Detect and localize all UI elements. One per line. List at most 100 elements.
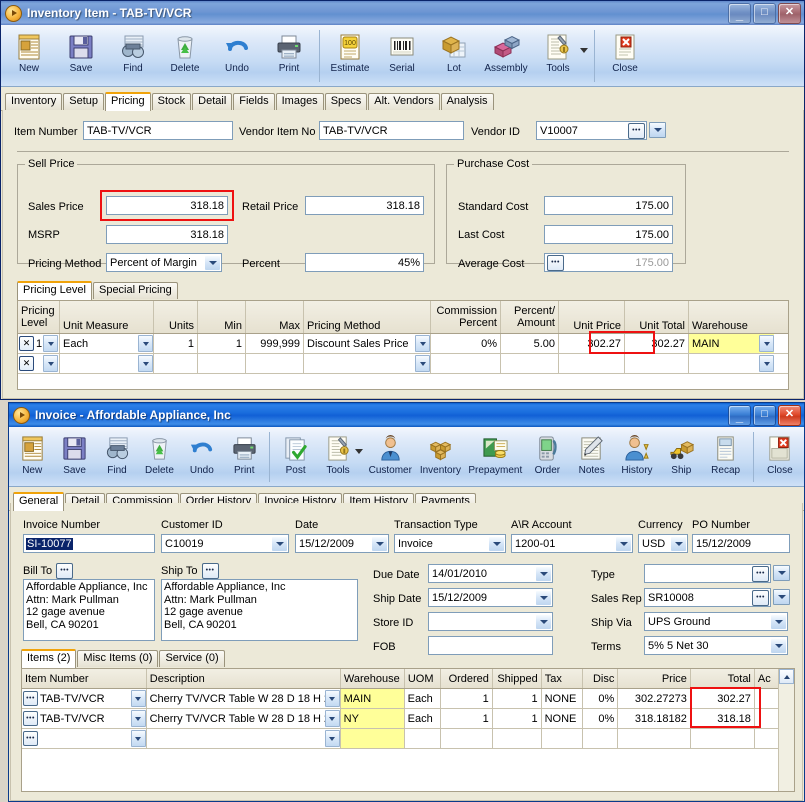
pricing-cell-pricing-method-empty[interactable] [304, 354, 431, 373]
items-cell-tax-empty[interactable] [541, 729, 583, 748]
store-id-combo[interactable] [428, 612, 553, 631]
items-cell-ac[interactable] [754, 689, 778, 708]
pricing-cell-percent-amount[interactable]: 5.00 [501, 334, 559, 353]
average-cost-lookup-icon[interactable] [547, 255, 564, 271]
invoice-number-input[interactable]: SI-10077 [23, 534, 155, 553]
sales-price-input[interactable]: 318.18 [106, 196, 228, 215]
pricing-level-dropdown-icon[interactable] [43, 355, 58, 372]
pricing-cell-max[interactable]: 999,999 [246, 334, 304, 353]
pricing-col-pricing-method[interactable]: Pricing Method [304, 301, 431, 333]
warehouse-dropdown-icon[interactable] [759, 355, 774, 372]
item-lookup-icon[interactable] [23, 711, 38, 726]
items-col-ac[interactable]: Ac [755, 669, 778, 688]
tab-images[interactable]: Images [275, 93, 324, 110]
pricing-cell-percent-amount-empty[interactable] [501, 354, 559, 373]
items-tab[interactable]: Items (2) [21, 649, 77, 668]
pricing-col-warehouse[interactable]: Warehouse [689, 301, 774, 333]
items-cell-price[interactable]: 318.18182 [618, 709, 691, 728]
invoice-toolbar-button-delete[interactable]: Delete [138, 430, 180, 476]
customer-id-dropdown-icon[interactable] [272, 536, 287, 551]
sales-rep-combo[interactable]: SR10008 [644, 588, 771, 607]
tab-pricing[interactable]: Pricing [105, 92, 151, 111]
invoice-toolbar-button-new[interactable]: New [11, 430, 53, 476]
bill-to-lookup-icon[interactable] [56, 563, 74, 579]
items-col-description[interactable]: Description [147, 669, 341, 688]
tab-alt-vendors[interactable]: Alt. Vendors [368, 93, 440, 110]
customer-id-combo[interactable]: C10019 [161, 534, 289, 553]
invoice-toolbar-button-find[interactable]: Find [96, 430, 138, 476]
pricing-col-percent-amount[interactable]: Percent/ Amount [501, 301, 559, 333]
pricing-cell-unit-total[interactable]: 302.27 [625, 334, 689, 353]
minimize-button[interactable]: _ [728, 3, 751, 24]
invoice-toolbar-button-history[interactable]: History [614, 430, 660, 476]
due-date-dropdown-icon[interactable] [536, 566, 551, 581]
sales-rep-dropdown-icon[interactable] [773, 589, 790, 605]
ship-via-combo[interactable]: UPS Ground [644, 612, 788, 631]
pricing-method-row-dropdown-icon[interactable] [415, 335, 430, 352]
standard-cost-input[interactable]: 175.00 [544, 196, 673, 215]
items-grid-row-1[interactable]: TAB-TV/VCR Cherry TV/VCR Table W 28 D 18… [22, 689, 778, 709]
ship-via-dropdown-icon[interactable] [771, 614, 786, 629]
fob-input[interactable] [428, 636, 553, 655]
type-dropdown-icon[interactable] [773, 565, 790, 581]
type-lookup-icon[interactable] [752, 565, 769, 582]
item-lookup-icon[interactable] [23, 731, 38, 746]
msrp-input[interactable]: 318.18 [106, 225, 228, 244]
pricing-cell-unit-measure-empty[interactable] [60, 354, 154, 373]
items-cell-ordered[interactable]: 1 [441, 689, 493, 708]
pricing-cell-max-empty[interactable] [246, 354, 304, 373]
pricing-cell-units[interactable]: 1 [154, 334, 198, 353]
tab-inventory[interactable]: Inventory [5, 93, 63, 110]
invoice-tools-dropdown-caret-icon[interactable] [355, 448, 364, 454]
items-cell-disc[interactable]: 0% [582, 709, 619, 728]
pricing-cell-level-empty[interactable]: ✕ [18, 354, 60, 373]
tab-analysis[interactable]: Analysis [440, 93, 494, 110]
warehouse-dropdown-icon[interactable] [759, 335, 774, 352]
ship-date-dropdown-icon[interactable] [536, 590, 551, 605]
items-col-ordered[interactable]: Ordered [441, 669, 493, 688]
pricing-col-min[interactable]: Min [198, 301, 246, 333]
item-lookup-icon[interactable] [23, 691, 38, 706]
misc-items-tab[interactable]: Misc Items (0) [77, 650, 159, 667]
last-cost-input[interactable]: 175.00 [544, 225, 673, 244]
items-cell-warehouse-empty[interactable] [340, 729, 405, 748]
items-cell-ordered-empty[interactable] [441, 729, 493, 748]
pricing-method-dropdown-icon[interactable] [205, 255, 220, 270]
service-tab[interactable]: Service (0) [159, 650, 225, 667]
pricing-grid-row-2[interactable]: ✕ [18, 354, 788, 374]
toolbar-button-close[interactable]: Close [599, 28, 651, 74]
items-grid-scrollbar[interactable] [778, 669, 794, 791]
date-dropdown-icon[interactable] [372, 536, 387, 551]
close-button[interactable]: ✕ [778, 3, 801, 24]
items-cell-shipped[interactable]: 1 [492, 709, 542, 728]
subtab-special-pricing[interactable]: Special Pricing [92, 282, 178, 299]
ship-to-address[interactable] [161, 579, 358, 641]
items-cell-item-number[interactable]: TAB-TV/VCR [22, 709, 147, 728]
items-cell-description[interactable]: Cherry TV/VCR Table W 28 D 18 H 23 [146, 689, 341, 708]
invoice-tab-general[interactable]: General [13, 492, 65, 511]
invoice-toolbar-button-post[interactable]: Post [274, 430, 316, 476]
toolbar-button-estimate[interactable]: 100 Estimate [324, 28, 376, 74]
items-cell-ac[interactable] [754, 709, 778, 728]
items-cell-total-empty[interactable] [690, 729, 755, 748]
items-col-disc[interactable]: Disc [583, 669, 619, 688]
items-cell-item-number-empty[interactable] [22, 729, 147, 748]
row-delete-icon[interactable]: ✕ [19, 356, 34, 371]
maximize-button[interactable]: □ [753, 3, 776, 24]
items-cell-price[interactable]: 302.27273 [618, 689, 691, 708]
items-cell-uom-empty[interactable] [404, 729, 442, 748]
items-cell-shipped[interactable]: 1 [492, 689, 542, 708]
ar-account-dropdown-icon[interactable] [616, 536, 631, 551]
toolbar-button-serial[interactable]: Serial [376, 28, 428, 74]
pricing-cell-min-empty[interactable] [198, 354, 246, 373]
toolbar-button-undo[interactable]: Undo [211, 28, 263, 74]
pricing-level-dropdown-icon[interactable] [43, 335, 58, 352]
pricing-cell-commission-empty[interactable] [431, 354, 501, 373]
pricing-cell-commission[interactable]: 0% [431, 334, 501, 353]
pricing-method-row-dropdown-icon[interactable] [415, 355, 430, 372]
description-dropdown-icon[interactable] [324, 690, 340, 707]
toolbar-button-assembly[interactable]: Assembly [480, 28, 532, 74]
items-col-total[interactable]: Total [691, 669, 755, 688]
invoice-toolbar-button-notes[interactable]: Notes [570, 430, 614, 476]
due-date-combo[interactable]: 14/01/2010 [428, 564, 553, 583]
